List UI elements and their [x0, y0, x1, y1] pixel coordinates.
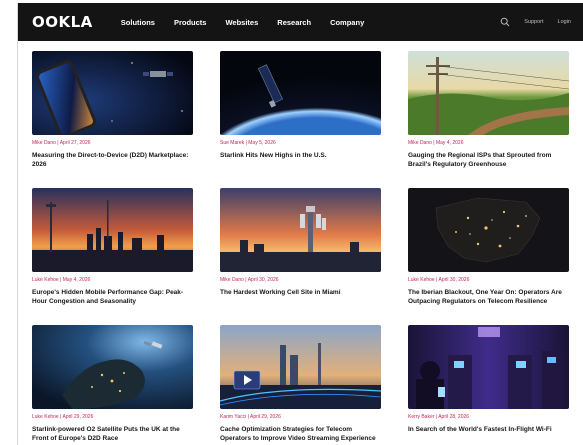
article-image-uk-satellite[interactable]: [32, 325, 193, 409]
article-title[interactable]: Cache Optimization Strategies for Teleco…: [220, 425, 381, 443]
article-image-rural-pole[interactable]: [408, 51, 569, 135]
nav-utilities: Support Login: [500, 17, 571, 27]
article-meta: Kerry Baker | April 28, 2026: [408, 414, 470, 420]
article-card[interactable]: Mike Dano | April 27, 2026 Measuring the…: [32, 51, 193, 177]
article-card[interactable]: Kerry Baker | April 28, 2026 In Search o…: [408, 325, 569, 445]
logo-text: OOKLA: [32, 13, 93, 31]
article-title[interactable]: Starlink Hits New Highs in the U.S.: [220, 151, 381, 160]
article-card[interactable]: Luke Kehoe | April 29, 2026 Starlink-pow…: [32, 325, 193, 445]
login-link[interactable]: Login: [558, 19, 571, 25]
ookla-logo[interactable]: OOKLA: [32, 13, 93, 31]
menu-solutions[interactable]: Solutions: [121, 18, 155, 27]
article-title[interactable]: The Hardest Working Cell Site in Miami: [220, 288, 381, 297]
menu-products[interactable]: Products: [174, 18, 207, 27]
article-card[interactable]: Mike Dano | April 30, 2026 The Hardest W…: [220, 188, 381, 314]
article-meta: Luke Kehoe | April 30, 2026: [408, 277, 470, 283]
article-meta: Sue Marek | May 5, 2026: [220, 140, 276, 146]
article-meta: Mike Dano | May 4, 2026: [408, 140, 464, 146]
article-meta: Mike Dano | April 27, 2026: [32, 140, 91, 146]
article-meta: Luke Kehoe | May 4, 2026: [32, 277, 91, 283]
article-card[interactable]: Luke Kehoe | May 4, 2026 Europe's Hidden…: [32, 188, 193, 314]
menu-websites[interactable]: Websites: [225, 18, 258, 27]
search-icon[interactable]: [500, 17, 510, 27]
article-card[interactable]: Karim Yacci | April 29, 2026 Cache Optim…: [220, 325, 381, 445]
main-menu: Solutions Products Websites Research Com…: [121, 18, 364, 27]
article-image-city-sunset[interactable]: [32, 188, 193, 272]
article-title[interactable]: The Iberian Blackout, One Year On: Opera…: [408, 288, 569, 306]
article-grid: Mike Dano | April 27, 2026 Measuring the…: [32, 51, 569, 445]
article-image-earth-satellite[interactable]: [220, 51, 381, 135]
article-meta: Luke Kehoe | April 29, 2026: [32, 414, 94, 420]
article-image-cell-site[interactable]: [220, 188, 381, 272]
menu-research[interactable]: Research: [277, 18, 311, 27]
article-title[interactable]: Gauging the Regional ISPs that Sprouted …: [408, 151, 569, 169]
top-navigation: OOKLA Solutions Products Websites Resear…: [18, 3, 583, 41]
article-title[interactable]: Starlink-powered O2 Satellite Puts the U…: [32, 425, 193, 443]
article-title[interactable]: Measuring the Direct-to-Device (D2D) Mar…: [32, 151, 193, 169]
article-meta: Mike Dano | April 30, 2026: [220, 277, 279, 283]
article-title[interactable]: In Search of the World's Fastest In-Flig…: [408, 425, 569, 434]
article-title[interactable]: Europe's Hidden Mobile Performance Gap: …: [32, 288, 193, 306]
article-card[interactable]: Luke Kehoe | April 30, 2026 The Iberian …: [408, 188, 569, 314]
article-meta: Karim Yacci | April 29, 2026: [220, 414, 281, 420]
article-card[interactable]: Mike Dano | May 4, 2026 Gauging the Regi…: [408, 51, 569, 177]
article-card[interactable]: Sue Marek | May 5, 2026 Starlink Hits Ne…: [220, 51, 381, 177]
article-image-iberia-map[interactable]: [408, 188, 569, 272]
menu-company[interactable]: Company: [330, 18, 364, 27]
article-image-airplane-cabin[interactable]: [408, 325, 569, 409]
article-image-video-streaming[interactable]: [220, 325, 381, 409]
browser-page: OOKLA Solutions Products Websites Resear…: [17, 3, 583, 445]
support-link[interactable]: Support: [524, 19, 543, 25]
article-image-phone-satellite[interactable]: [32, 51, 193, 135]
